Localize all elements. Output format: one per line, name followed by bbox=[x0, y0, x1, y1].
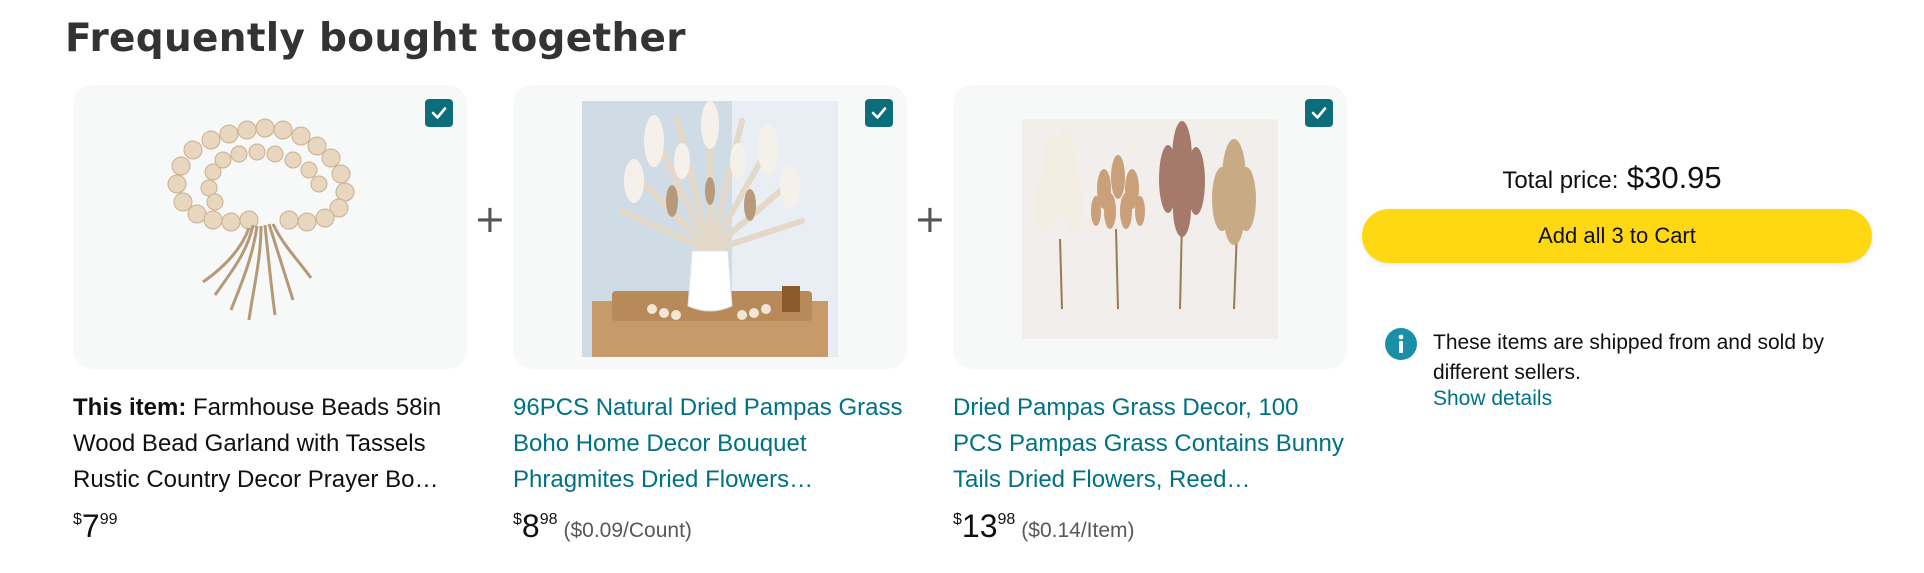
item-1-description[interactable]: This item: Farmhouse Beads 58in Wood Bea… bbox=[73, 390, 473, 498]
checkmark-icon bbox=[1311, 107, 1327, 119]
plus-sign: + bbox=[914, 197, 946, 241]
item-3-price: $1398 ($0.14/Item) bbox=[953, 508, 1135, 545]
item-1-price: $799 bbox=[73, 508, 118, 545]
price-symbol: $ bbox=[513, 511, 522, 528]
checkmark-icon bbox=[871, 107, 887, 119]
item-3-title-link[interactable]: Dried Pampas Grass Decor, 100 PCS Pampas… bbox=[953, 390, 1353, 498]
product-image-pampas-bundles bbox=[1022, 119, 1278, 339]
price-symbol: $ bbox=[953, 511, 962, 528]
this-item-label: This item: bbox=[73, 394, 187, 421]
price-symbol: $ bbox=[73, 511, 82, 528]
product-image-bead-garland bbox=[167, 118, 355, 321]
info-icon bbox=[1385, 328, 1417, 360]
show-details-link[interactable]: Show details bbox=[1433, 387, 1552, 411]
price-fraction: 98 bbox=[997, 511, 1016, 528]
item-3-checkbox[interactable] bbox=[1305, 99, 1333, 127]
total-price-amount: $30.95 bbox=[1626, 160, 1722, 195]
shipping-info-text: These items are shipped from and sold by… bbox=[1433, 331, 1825, 384]
plus-sign: + bbox=[474, 197, 506, 241]
item-1-checkbox[interactable] bbox=[425, 99, 453, 127]
item-2-title-link[interactable]: 96PCS Natural Dried Pampas Grass Boho Ho… bbox=[513, 390, 913, 498]
add-all-to-cart-button[interactable]: Add all 3 to Cart bbox=[1362, 209, 1872, 263]
price-fraction: 98 bbox=[539, 511, 558, 528]
item-2-checkbox[interactable] bbox=[865, 99, 893, 127]
price-whole: 8 bbox=[521, 508, 540, 544]
product-image-pampas-bouquet bbox=[582, 101, 838, 357]
total-price: Total price: $30.95 bbox=[1362, 160, 1862, 196]
price-whole: 13 bbox=[961, 508, 998, 544]
price-fraction: 99 bbox=[99, 511, 118, 528]
total-price-label: Total price: bbox=[1502, 167, 1619, 194]
product-card-1[interactable] bbox=[73, 85, 467, 369]
unit-price: ($0.14/Item) bbox=[1021, 519, 1135, 542]
unit-price: ($0.09/Count) bbox=[563, 519, 692, 542]
checkmark-icon bbox=[431, 107, 447, 119]
item-2-price: $898 ($0.09/Count) bbox=[513, 508, 692, 545]
product-card-3[interactable] bbox=[953, 85, 1347, 369]
section-title: Frequently bought together bbox=[65, 16, 686, 61]
product-card-2[interactable] bbox=[513, 85, 907, 369]
price-whole: 7 bbox=[81, 508, 100, 544]
